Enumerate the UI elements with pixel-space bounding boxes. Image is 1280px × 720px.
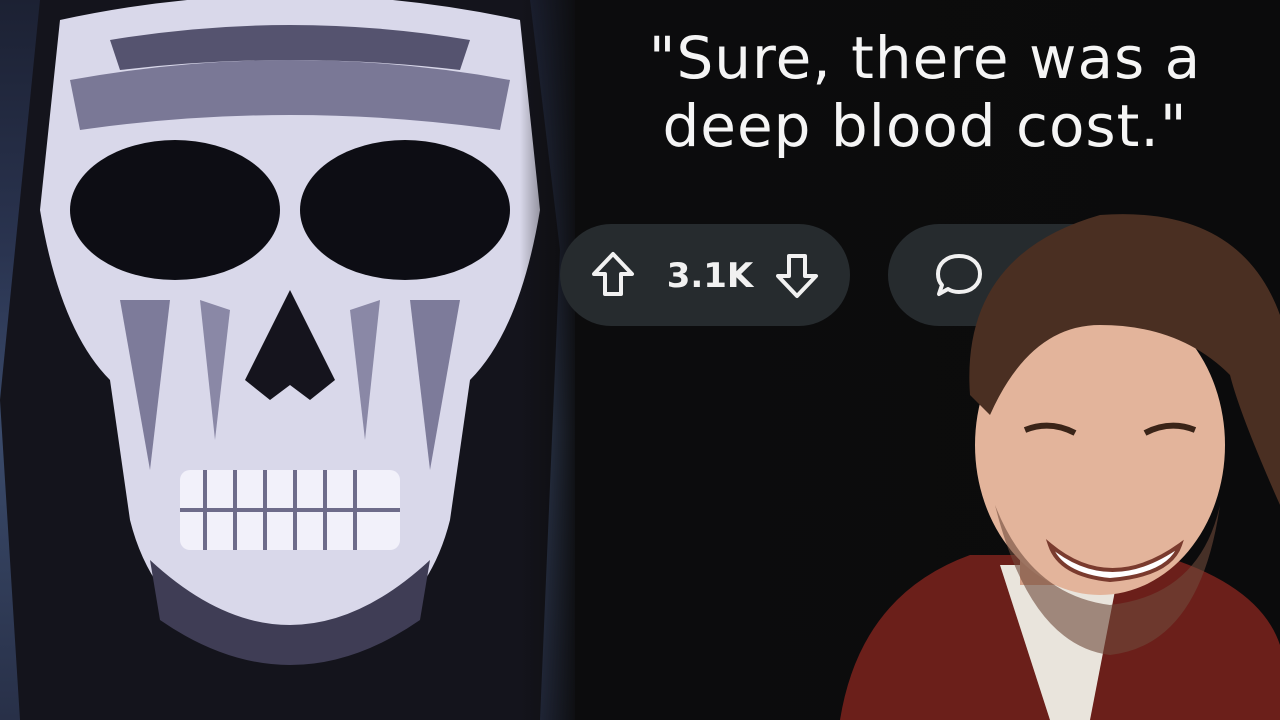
streamer-webcam [800, 175, 1280, 720]
post-caption: "Sure, there was a deep blood cost." [648, 24, 1202, 160]
streamer-figure [840, 214, 1280, 720]
skull-illustration [0, 0, 560, 720]
skull-artwork [0, 0, 575, 720]
vote-count: 3.1K [666, 256, 754, 296]
arrow-up-icon[interactable] [588, 250, 638, 304]
